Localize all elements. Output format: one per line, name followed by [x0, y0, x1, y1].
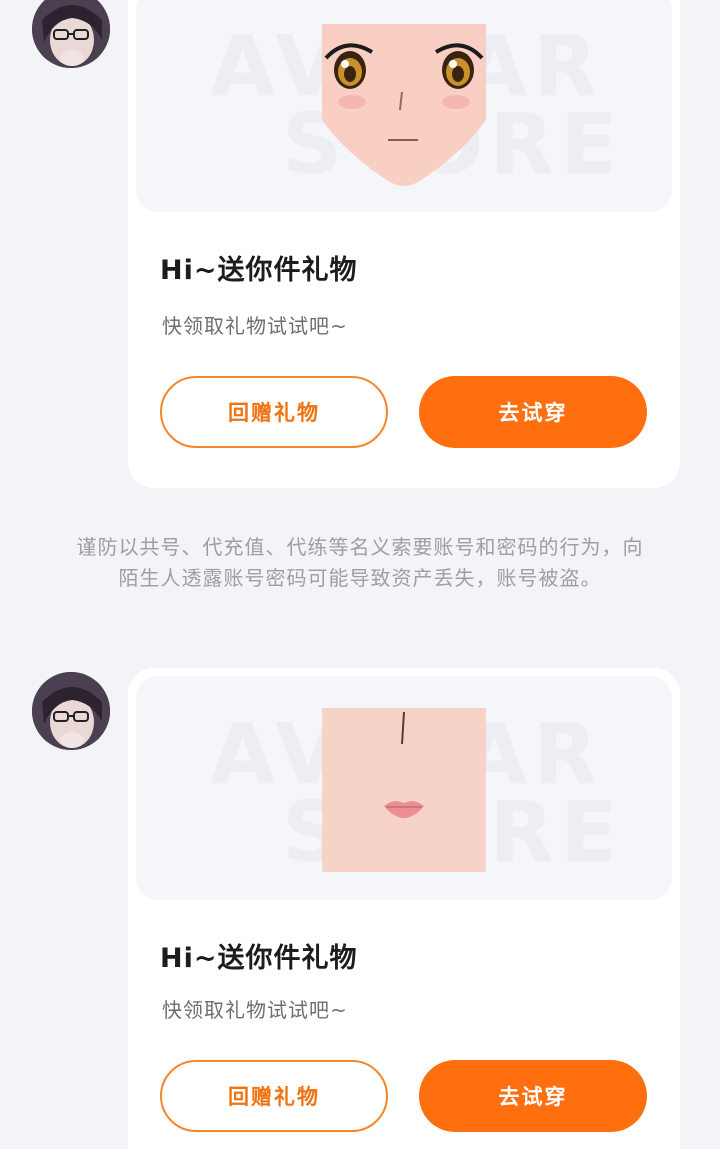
- gift-title: Hi~送你件礼物: [160, 255, 358, 286]
- nose-lips-face-icon: [322, 708, 486, 872]
- user-avatar-photo-icon: [32, 672, 110, 750]
- try-on-button[interactable]: 去试穿: [419, 376, 647, 448]
- return-gift-button[interactable]: 回赠礼物: [160, 376, 388, 448]
- gift-preview: AVATAR STORE: [136, 676, 672, 900]
- anime-eyes-face-icon: [322, 24, 486, 186]
- gift-card: AVATAR STORE Hi~送你件礼物 快领取礼物试试吧~ 回赠礼物 去试穿: [128, 668, 680, 1149]
- gift-card: AVATAR STORE: [128, 0, 680, 488]
- user-avatar-photo-icon: [32, 0, 110, 68]
- gift-preview: AVATAR STORE: [136, 0, 672, 212]
- sender-avatar[interactable]: [32, 0, 110, 68]
- gift-subtitle: 快领取礼物试试吧~: [162, 998, 348, 1022]
- chat-page: AVATAR STORE: [0, 0, 720, 1149]
- sender-avatar[interactable]: [32, 672, 110, 750]
- gift-actions: 回赠礼物 去试穿: [128, 1060, 680, 1132]
- gift-actions: 回赠礼物 去试穿: [128, 376, 680, 448]
- gift-subtitle: 快领取礼物试试吧~: [162, 314, 348, 338]
- gift-title: Hi~送你件礼物: [160, 943, 358, 974]
- try-on-button[interactable]: 去试穿: [419, 1060, 647, 1132]
- safety-notice: 谨防以共号、代充值、代练等名义索要账号和密码的行为，向陌生人透露账号密码可能导致…: [76, 535, 644, 590]
- return-gift-button[interactable]: 回赠礼物: [160, 1060, 388, 1132]
